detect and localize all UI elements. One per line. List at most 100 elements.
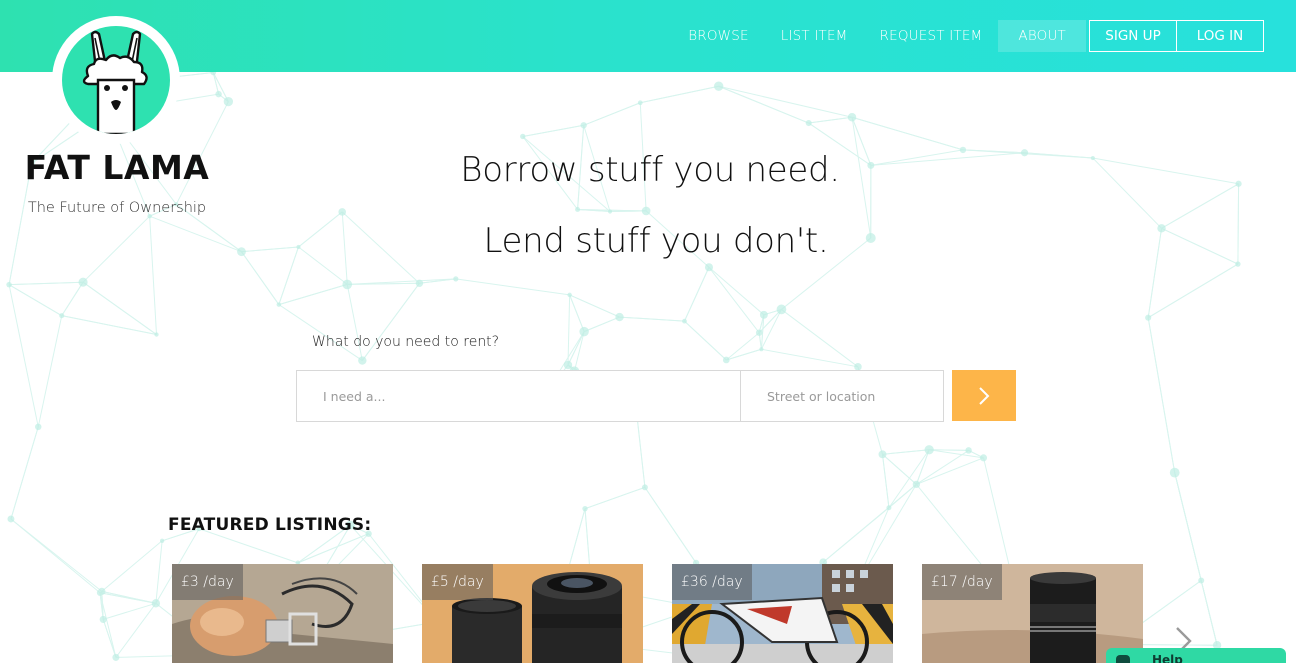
network-node	[776, 304, 787, 315]
nav-request-item[interactable]: REQUEST ITEM	[864, 20, 999, 52]
network-line	[888, 449, 930, 508]
network-line	[1147, 317, 1176, 473]
network-line	[882, 454, 890, 508]
sign-up-button[interactable]: SIGN UP	[1090, 21, 1177, 51]
nav-browse[interactable]: BROWSE	[672, 20, 765, 52]
network-line	[149, 216, 158, 335]
network-node	[965, 447, 972, 454]
network-node	[1157, 224, 1166, 233]
network-line	[929, 449, 969, 451]
network-node	[338, 208, 347, 216]
search-form	[296, 370, 944, 422]
item-search-input[interactable]	[297, 371, 741, 421]
listing-price: £3 /day	[172, 564, 243, 600]
network-line	[726, 348, 762, 361]
search-submit-button[interactable]	[952, 370, 1016, 421]
network-line	[684, 267, 710, 322]
network-line	[1024, 152, 1093, 159]
nav-about[interactable]: ABOUT	[998, 20, 1086, 52]
network-line	[567, 331, 585, 366]
network-line	[851, 116, 964, 151]
network-node	[453, 276, 459, 282]
network-line	[37, 315, 63, 427]
network-node	[276, 302, 282, 307]
network-line	[1237, 183, 1240, 265]
network-line	[568, 508, 586, 568]
network-node	[215, 90, 222, 98]
network-node	[154, 332, 159, 337]
network-line	[916, 449, 969, 485]
network-node	[1020, 149, 1029, 157]
network-node	[582, 505, 588, 512]
network-node	[296, 244, 301, 250]
network-line	[882, 453, 917, 485]
network-node	[759, 347, 764, 352]
network-node	[682, 318, 687, 324]
network-line	[61, 281, 84, 316]
listing-card[interactable]: £3 /day	[172, 564, 393, 663]
network-node	[615, 312, 624, 322]
network-line	[1147, 228, 1163, 318]
listing-price: £17 /day	[922, 564, 1002, 600]
network-node	[567, 292, 572, 298]
network-node	[210, 72, 217, 76]
network-line	[761, 348, 859, 368]
network-line	[149, 215, 242, 253]
network-line	[610, 210, 647, 212]
network-line	[1174, 472, 1218, 646]
network-node	[607, 209, 613, 214]
network-line	[115, 603, 157, 658]
llama-icon	[82, 30, 148, 134]
network-node	[563, 360, 573, 370]
network-line	[882, 449, 930, 455]
network-node	[1169, 467, 1180, 478]
network-node	[1235, 180, 1242, 187]
page: BROWSE LIST ITEM REQUEST ITEM ABOUT SIGN…	[0, 0, 1296, 663]
network-node	[580, 122, 587, 129]
chevron-right-icon	[979, 386, 990, 405]
network-line	[10, 518, 103, 592]
header-bar: BROWSE LIST ITEM REQUEST ITEM ABOUT SIGN…	[0, 0, 1296, 72]
network-line	[8, 284, 63, 317]
location-input[interactable]	[741, 371, 943, 421]
network-node	[96, 589, 104, 596]
network-line	[212, 72, 229, 102]
network-node	[358, 356, 367, 365]
network-node	[237, 247, 246, 257]
help-widget-button[interactable]: Help	[1106, 648, 1286, 663]
network-node	[641, 484, 648, 491]
network-line	[684, 320, 727, 361]
listing-card[interactable]: £36 /day	[672, 564, 893, 663]
network-node	[99, 615, 107, 623]
network-line	[8, 284, 39, 427]
network-node	[847, 113, 857, 122]
nav-list-item[interactable]: LIST ITEM	[765, 20, 864, 52]
network-node	[112, 653, 120, 661]
help-label: Help	[1152, 653, 1183, 663]
network-line	[297, 533, 369, 564]
network-node	[722, 356, 730, 364]
hero-headline-borrow: Borrow stuff you need.	[460, 150, 840, 190]
network-line	[708, 266, 760, 334]
network-line	[584, 486, 646, 510]
network-line	[1161, 183, 1239, 229]
llama-logo[interactable]	[62, 26, 170, 134]
log-in-button[interactable]: LOG IN	[1177, 21, 1263, 51]
search-label: What do you need to rent?	[312, 334, 500, 350]
listing-card[interactable]: £5 /day	[422, 564, 643, 663]
network-line	[640, 85, 719, 104]
network-line	[103, 602, 157, 620]
network-node	[641, 206, 651, 216]
network-line	[619, 316, 685, 322]
listing-price: £36 /day	[672, 564, 752, 600]
network-node	[704, 263, 714, 272]
network-line	[822, 483, 917, 563]
network-line	[708, 266, 765, 316]
network-line	[101, 540, 163, 592]
network-node	[579, 326, 589, 337]
network-line	[278, 246, 299, 305]
network-line	[916, 457, 984, 485]
network-line	[915, 449, 930, 485]
network-line	[583, 102, 641, 126]
network-node	[520, 133, 526, 140]
